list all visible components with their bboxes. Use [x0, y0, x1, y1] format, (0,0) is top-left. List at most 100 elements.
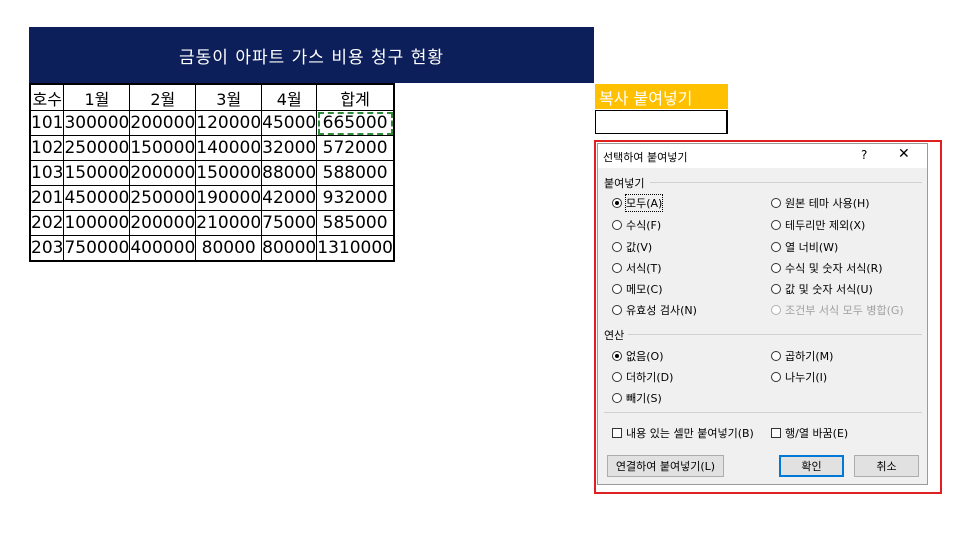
table-cell[interactable]: 102 — [29, 135, 65, 161]
radio-icon — [612, 242, 622, 252]
table-cell[interactable]: 250000 — [63, 135, 131, 161]
table-row: 101 300000 200000 120000 45000 665000 — [29, 110, 395, 136]
ok-button[interactable]: 확인 — [779, 455, 844, 477]
radio-icon — [612, 220, 622, 230]
table-cell[interactable]: 450000 — [63, 185, 131, 211]
help-icon[interactable]: ? — [861, 148, 867, 162]
table-cell[interactable]: 150000 — [63, 160, 131, 186]
table-cell[interactable]: 1310000 — [316, 235, 395, 262]
table-cell[interactable]: 42000 — [261, 185, 318, 211]
option-label: 메모(C) — [626, 283, 663, 296]
radio-icon — [771, 305, 781, 315]
paste-option-merge-conditional: 조건부 서식 모두 병합(G) — [771, 302, 904, 318]
table-cell[interactable]: 150000 — [129, 135, 197, 161]
table-cell[interactable]: 101 — [29, 110, 65, 136]
paste-option-source-theme[interactable]: 원본 테마 사용(H) — [771, 195, 870, 211]
paste-target-cell[interactable] — [595, 110, 728, 134]
paste-option-formulas-numbers[interactable]: 수식 및 숫자 서식(R) — [771, 260, 883, 276]
radio-icon — [771, 263, 781, 273]
radio-icon — [612, 393, 622, 403]
paste-option-comments[interactable]: 메모(C) — [612, 281, 663, 297]
paste-option-no-borders[interactable]: 테두리만 제외(X) — [771, 217, 865, 233]
close-icon[interactable]: ✕ — [898, 146, 910, 162]
operation-divide[interactable]: 나누기(I) — [771, 369, 827, 385]
paste-option-all[interactable]: 모두(A) — [612, 194, 664, 212]
option-label: 내용 있는 셀만 붙여넣기(B) — [626, 427, 754, 440]
operation-section-label: 연산 — [604, 329, 625, 342]
table-cell[interactable]: 140000 — [195, 135, 263, 161]
table-cell[interactable]: 190000 — [195, 185, 263, 211]
header-cell[interactable]: 호수 — [29, 83, 65, 111]
radio-icon — [771, 242, 781, 252]
table-cell[interactable]: 200000 — [129, 160, 197, 186]
operation-multiply[interactable]: 곱하기(M) — [771, 348, 833, 364]
sheet-title[interactable]: 금동이 아파트 가스 비용 청구 현황 — [29, 27, 594, 83]
paste-option-values[interactable]: 값(V) — [612, 239, 652, 255]
checkbox-icon — [612, 428, 622, 438]
option-label: 곱하기(M) — [785, 350, 834, 363]
skip-blanks-checkbox[interactable]: 내용 있는 셀만 붙여넣기(B) — [612, 425, 754, 441]
dialog-titlebar[interactable]: 선택하여 붙여넣기 ? ✕ — [598, 144, 927, 168]
option-label: 값(V) — [626, 241, 653, 254]
table-cell[interactable]: 203 — [29, 235, 65, 262]
paste-option-formats[interactable]: 서식(T) — [612, 260, 662, 276]
table-cell[interactable]: 588000 — [316, 160, 395, 186]
option-label: 값 및 숫자 서식(U) — [785, 283, 873, 296]
table-cell[interactable]: 120000 — [195, 110, 263, 136]
radio-selected-icon — [612, 198, 622, 208]
operation-add[interactable]: 더하기(D) — [612, 369, 673, 385]
header-cell[interactable]: 4월 — [261, 83, 318, 111]
radio-icon — [771, 351, 781, 361]
paste-section-label: 붙여넣기 — [604, 177, 645, 190]
option-label: 서식(T) — [626, 262, 662, 275]
section-divider — [650, 182, 922, 183]
table-cell[interactable]: 932000 — [316, 185, 395, 211]
section-divider — [628, 334, 922, 335]
paste-option-column-widths[interactable]: 열 너비(W) — [771, 239, 838, 255]
header-cell[interactable]: 3월 — [195, 83, 263, 111]
paste-option-validation[interactable]: 유효성 검사(N) — [612, 302, 697, 318]
header-cell[interactable]: 2월 — [129, 83, 197, 111]
table-cell[interactable]: 100000 — [63, 210, 131, 236]
table-cell[interactable]: 202 — [29, 210, 65, 236]
option-label: 모두(A) — [624, 194, 664, 212]
table-cell[interactable]: 210000 — [195, 210, 263, 236]
table-cell[interactable]: 75000 — [261, 210, 318, 236]
table-cell[interactable]: 80000 — [195, 235, 263, 262]
table-cell[interactable]: 88000 — [261, 160, 318, 186]
option-label: 없음(O) — [626, 350, 664, 363]
paste-link-button[interactable]: 연결하여 붙여넣기(L) — [607, 455, 724, 477]
table-cell[interactable]: 80000 — [261, 235, 318, 262]
operation-subtract[interactable]: 빼기(S) — [612, 390, 662, 406]
table-cell[interactable]: 750000 — [63, 235, 131, 262]
paste-option-values-numbers[interactable]: 값 및 숫자 서식(U) — [771, 281, 873, 297]
option-label: 행/열 바꿈(E) — [785, 427, 849, 440]
operation-none[interactable]: 없음(O) — [612, 348, 663, 364]
copy-paste-label[interactable]: 복사 붙여넣기 — [595, 84, 728, 109]
table-cell[interactable]: 300000 — [63, 110, 131, 136]
table-cell[interactable]: 150000 — [195, 160, 263, 186]
table-cell[interactable]: 32000 — [261, 135, 318, 161]
header-cell[interactable]: 합계 — [316, 83, 395, 111]
copied-cell[interactable]: 665000 — [316, 110, 395, 136]
table-cell[interactable]: 585000 — [316, 210, 395, 236]
table-cell[interactable]: 400000 — [129, 235, 197, 262]
option-label: 수식 및 숫자 서식(R) — [785, 262, 883, 275]
checkbox-icon — [771, 428, 781, 438]
table-row: 103 150000 200000 150000 88000 588000 — [29, 160, 395, 186]
paste-option-formulas[interactable]: 수식(F) — [612, 217, 661, 233]
table-cell[interactable]: 201 — [29, 185, 65, 211]
option-label: 원본 테마 사용(H) — [785, 197, 870, 210]
table-cell[interactable]: 200000 — [129, 210, 197, 236]
table-cell[interactable]: 103 — [29, 160, 65, 186]
table-cell[interactable]: 45000 — [261, 110, 318, 136]
option-label: 유효성 검사(N) — [626, 304, 697, 317]
table-row: 102 250000 150000 140000 32000 572000 — [29, 135, 395, 161]
table-cell[interactable]: 250000 — [129, 185, 197, 211]
cancel-button[interactable]: 취소 — [854, 455, 919, 477]
transpose-checkbox[interactable]: 행/열 바꿈(E) — [771, 425, 848, 441]
table-row: 202 100000 200000 210000 75000 585000 — [29, 210, 395, 236]
header-cell[interactable]: 1월 — [63, 83, 131, 111]
table-cell[interactable]: 200000 — [129, 110, 197, 136]
table-cell[interactable]: 572000 — [316, 135, 395, 161]
